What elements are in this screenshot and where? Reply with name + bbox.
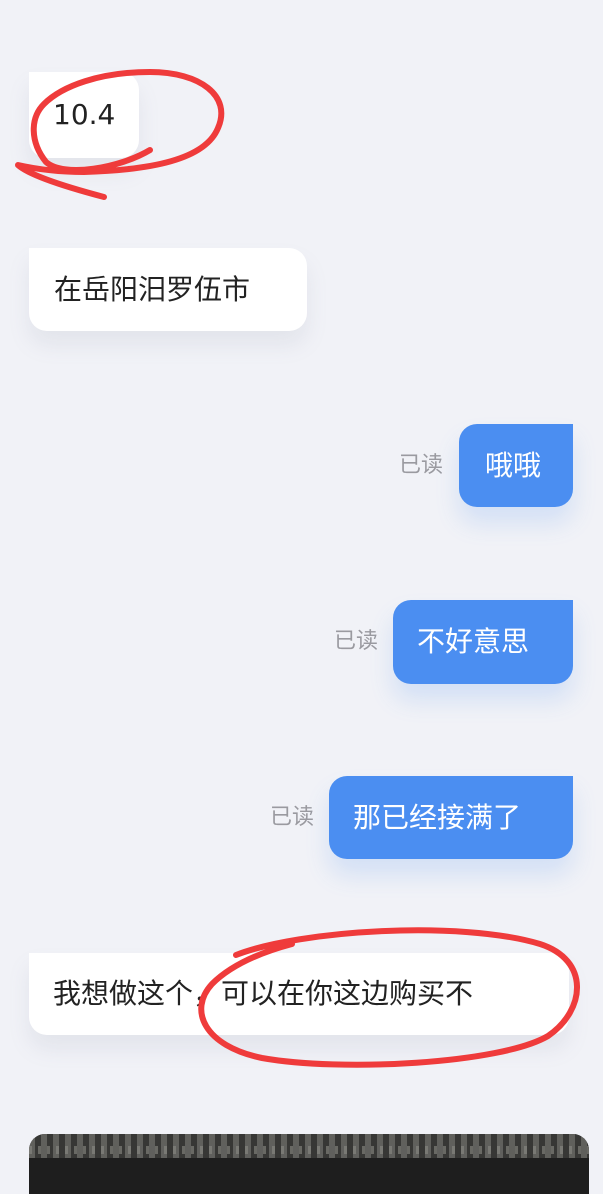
read-receipt: 已读 (334, 629, 379, 654)
message-bubble-incoming[interactable]: 在岳阳汨罗伍市 (29, 248, 307, 331)
message-text: 我想做这个，可以在你这边购买不 (53, 977, 474, 1010)
read-receipt: 已读 (270, 805, 315, 830)
read-receipt: 已读 (399, 453, 444, 478)
message-bubble-outgoing[interactable]: 哦哦 (459, 424, 573, 507)
message-text: 那已经接满了 (353, 800, 522, 834)
chat-thread: 10.4 在岳阳汨罗伍市 已读 哦哦 已读 不好意思 已读 那已经接满了 我想做… (0, 0, 603, 1194)
message-bubble-outgoing[interactable]: 不好意思 (393, 600, 573, 684)
message-text: 10.4 (53, 98, 116, 131)
message-text: 在岳阳汨罗伍市 (54, 272, 251, 306)
image-message-thumbnail[interactable] (29, 1134, 589, 1194)
message-text: 不好意思 (417, 625, 530, 658)
message-text: 哦哦 (485, 448, 542, 482)
message-bubble-incoming[interactable]: 10.4 (29, 72, 139, 158)
message-bubble-incoming[interactable]: 我想做这个，可以在你这边购买不 (29, 953, 569, 1035)
message-bubble-outgoing[interactable]: 那已经接满了 (329, 776, 573, 859)
